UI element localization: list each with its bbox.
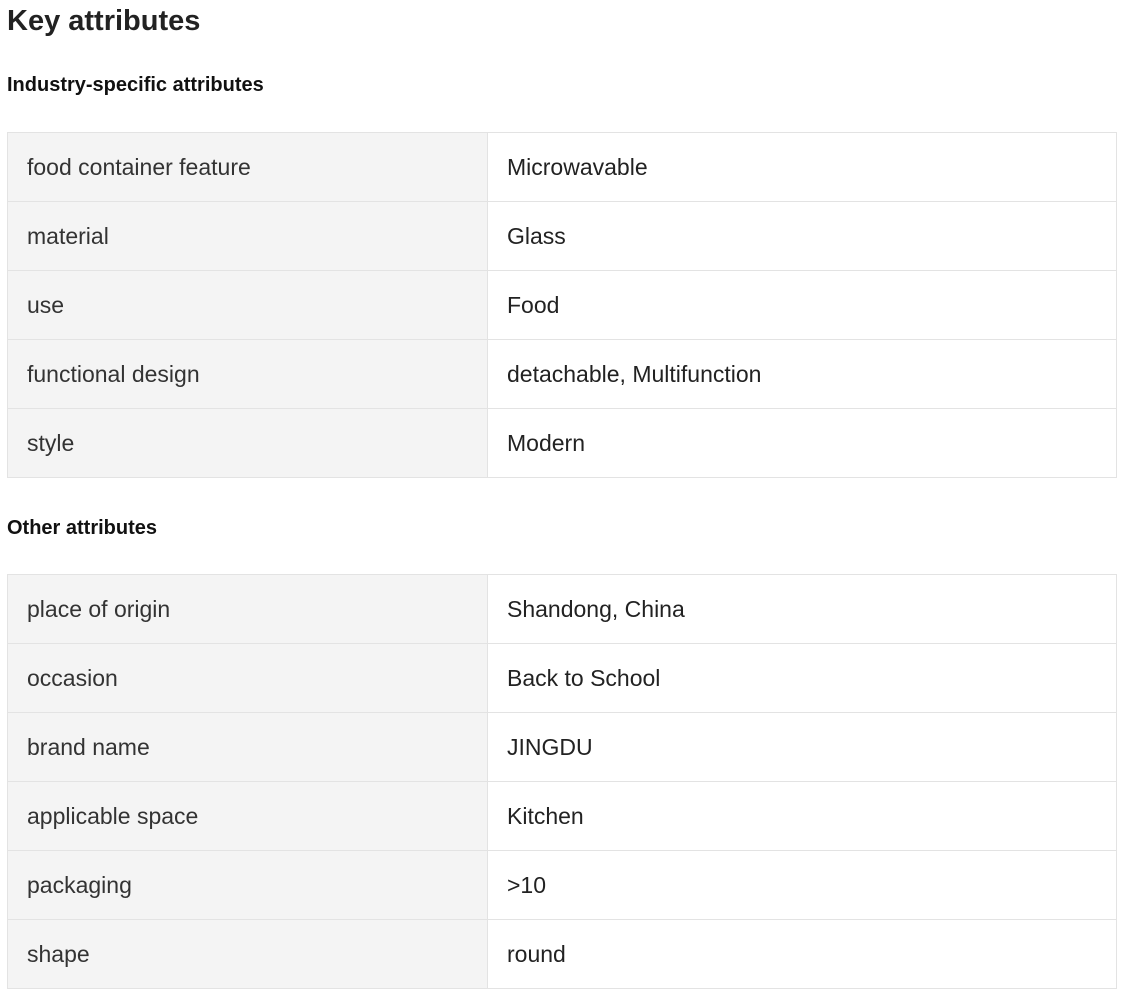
attribute-name: style	[7, 408, 488, 478]
attribute-value: >10	[487, 850, 1117, 920]
section-title-other: Other attributes	[7, 517, 158, 539]
attribute-value: Kitchen	[487, 781, 1117, 851]
attribute-value: detachable, Multifunction	[487, 339, 1117, 409]
attribute-value: Back to School	[487, 643, 1117, 713]
attribute-name: occasion	[7, 643, 488, 713]
table-row: brand name JINGDU	[7, 712, 1117, 782]
page-title: Key attributes	[7, 5, 201, 37]
attribute-name: functional design	[7, 339, 488, 409]
table-row: packaging >10	[7, 850, 1117, 920]
table-row: use Food	[7, 270, 1117, 340]
attribute-value: Glass	[487, 201, 1117, 271]
table-row: applicable space Kitchen	[7, 781, 1117, 851]
attribute-value: round	[487, 919, 1117, 989]
attribute-name: packaging	[7, 850, 488, 920]
attribute-value: Modern	[487, 408, 1117, 478]
attribute-value: Shandong, China	[487, 574, 1117, 644]
other-attributes-table: place of origin Shandong, China occasion…	[7, 574, 1117, 989]
attribute-name: use	[7, 270, 488, 340]
table-row: shape round	[7, 919, 1117, 989]
table-row: functional design detachable, Multifunct…	[7, 339, 1117, 409]
attribute-name: applicable space	[7, 781, 488, 851]
table-row: food container feature Microwavable	[7, 132, 1117, 202]
attribute-name: material	[7, 201, 488, 271]
attribute-value: Food	[487, 270, 1117, 340]
industry-attributes-table: food container feature Microwavable mate…	[7, 132, 1117, 478]
table-row: style Modern	[7, 408, 1117, 478]
table-row: material Glass	[7, 201, 1117, 271]
section-title-industry-specific: Industry-specific attributes	[7, 74, 264, 96]
attribute-value: JINGDU	[487, 712, 1117, 782]
attribute-name: food container feature	[7, 132, 488, 202]
table-row: occasion Back to School	[7, 643, 1117, 713]
attribute-name: place of origin	[7, 574, 488, 644]
attribute-name: shape	[7, 919, 488, 989]
attribute-value: Microwavable	[487, 132, 1117, 202]
attribute-name: brand name	[7, 712, 488, 782]
table-row: place of origin Shandong, China	[7, 574, 1117, 644]
